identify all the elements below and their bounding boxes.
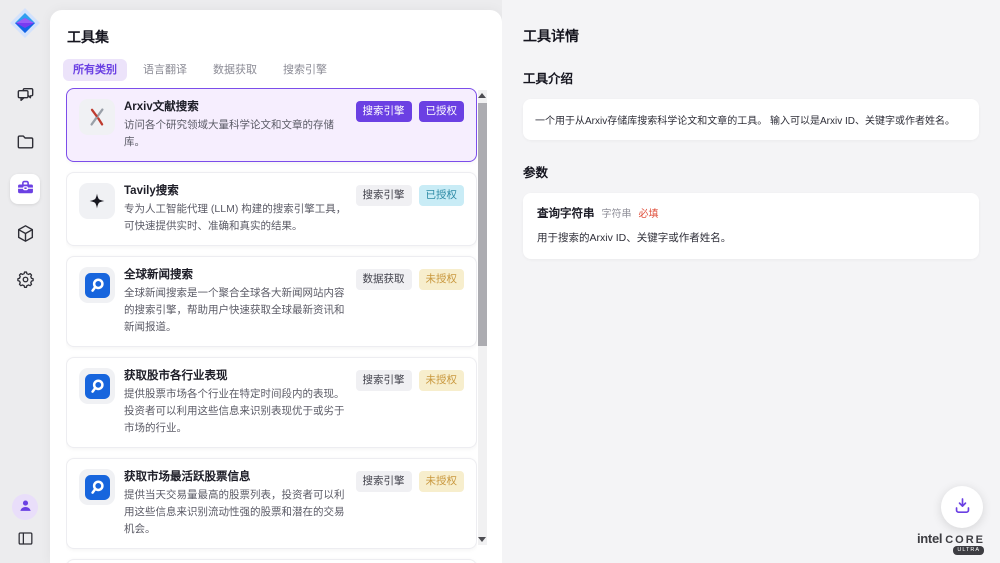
param-required-badge: 必填: [639, 205, 659, 220]
category-badge: 搜索引擎: [356, 185, 412, 206]
tool-description: 提供股票市场各个行业在特定时间段内的表现。投资者可以利用这些信息来识别表现优于或…: [124, 386, 350, 437]
intel-brand-text: intel: [917, 531, 942, 546]
scroll-down-button[interactable]: [478, 537, 486, 542]
tool-card-stock-sector-performance[interactable]: 获取股市各行业表现提供股票市场各个行业在特定时间段内的表现。投资者可以利用这些信…: [66, 357, 477, 448]
tool-description: 访问各个研究领域大量科学论文和文章的存储库。: [124, 117, 350, 151]
intro-text: 一个用于从Arxiv存储库搜索科学论文和文章的工具。 输入可以是Arxiv ID…: [535, 116, 955, 127]
user-avatar-icon: [17, 497, 34, 517]
tool-name: Tavily搜索: [124, 183, 350, 200]
download-icon: [952, 495, 973, 519]
intro-box: 一个用于从Arxiv存储库搜索科学论文和文章的工具。 输入可以是Arxiv ID…: [523, 99, 979, 140]
category-badge: 搜索引擎: [356, 370, 412, 391]
tool-card-tavily-search[interactable]: Tavily搜索专为人工智能代理 (LLM) 构建的搜索引擎工具，可快速提供实时…: [66, 172, 477, 246]
cube-icon: [15, 223, 36, 247]
nav-rail: [0, 0, 50, 563]
nav-tools-button[interactable]: [10, 174, 40, 204]
blue-search-icon: [79, 368, 115, 404]
blue-search-icon: [79, 267, 115, 303]
tool-description: 全球新闻搜索是一个聚合全球各大新闻网站内容的搜索引擎，帮助用户快速获取全球最新资…: [124, 285, 350, 336]
auth-status-badge: 已授权: [419, 101, 465, 122]
intel-core-logo: intel core ultra: [917, 531, 985, 546]
tavily-star-icon: [79, 183, 115, 219]
tool-name: 全球新闻搜索: [124, 267, 350, 284]
nav-chat-button[interactable]: [10, 82, 40, 112]
tab-language-translation[interactable]: 语言翻译: [133, 59, 197, 81]
category-tabs: 所有类别语言翻译数据获取搜索引擎: [63, 59, 337, 81]
auth-status-badge: 未授权: [419, 471, 465, 492]
category-badge: 搜索引擎: [356, 471, 412, 492]
param-name: 查询字符串: [537, 205, 595, 221]
toolbox-icon: [15, 177, 36, 201]
auth-status-badge: 未授权: [419, 269, 465, 290]
blue-search-icon: [79, 469, 115, 505]
scroll-up-button[interactable]: [478, 93, 486, 98]
auth-status-badge: 已授权: [419, 185, 465, 206]
tab-search-engine[interactable]: 搜索引擎: [273, 59, 337, 81]
tool-description: 专为人工智能代理 (LLM) 构建的搜索引擎工具，可快速提供实时、准确和真实的结…: [124, 201, 350, 235]
app-logo: [9, 7, 41, 39]
tool-name: 获取市场最活跃股票信息: [124, 469, 350, 486]
tool-name: Arxiv文献搜索: [124, 99, 350, 116]
nav-files-button[interactable]: [10, 128, 40, 158]
tools-list: Arxiv文献搜索访问各个研究领域大量科学论文和文章的存储库。搜索引擎已授权Ta…: [66, 88, 477, 563]
collapse-panel-icon: [16, 529, 35, 551]
tab-all-categories[interactable]: 所有类别: [63, 59, 127, 81]
folder-icon: [15, 131, 36, 155]
param-type: 字符串: [602, 205, 632, 220]
tool-details-panel: 工具详情 工具介绍 一个用于从Arxiv存储库搜索科学论文和文章的工具。 输入可…: [502, 0, 1000, 563]
nav-settings-button[interactable]: [10, 266, 40, 296]
list-scrollbar[interactable]: [478, 90, 487, 545]
tools-panel-title: 工具集: [67, 27, 109, 47]
nav-models-button[interactable]: [10, 220, 40, 250]
param-box: 查询字符串 字符串 必填 用于搜索的Arxiv ID、关键字或作者姓名。: [523, 193, 979, 259]
category-badge: 搜索引擎: [356, 101, 412, 122]
param-description: 用于搜索的Arxiv ID、关键字或作者姓名。: [537, 230, 965, 245]
category-badge: 数据获取: [356, 269, 412, 290]
tool-card-global-news-search[interactable]: 全球新闻搜索全球新闻搜索是一个聚合全球各大新闻网站内容的搜索引擎，帮助用户快速获…: [66, 256, 477, 347]
scrollbar-thumb[interactable]: [478, 103, 487, 346]
tool-description: 提供当天交易量最高的股票列表，投资者可以利用这些信息来识别流动性强的股票和潜在的…: [124, 487, 350, 538]
tool-badges: 搜索引擎未授权: [356, 469, 465, 492]
gear-icon: [15, 269, 36, 293]
tools-panel: 工具集 所有类别语言翻译数据获取搜索引擎 Arxiv文献搜索访问各个研究领域大量…: [50, 10, 502, 563]
tool-card-arxiv-search[interactable]: Arxiv文献搜索访问各个研究领域大量科学论文和文章的存储库。搜索引擎已授权: [66, 88, 477, 162]
core-brand-text: core: [945, 534, 985, 546]
chat-icon: [15, 85, 36, 109]
arxiv-logo-icon: [79, 99, 115, 135]
intro-heading: 工具介绍: [523, 68, 979, 87]
param-head: 查询字符串 字符串 必填: [537, 205, 965, 221]
rail-nav: [0, 82, 50, 296]
tab-data-fetch[interactable]: 数据获取: [203, 59, 267, 81]
tool-badges: 搜索引擎已授权: [356, 183, 465, 206]
tool-card-most-active-stocks[interactable]: 获取市场最活跃股票信息提供当天交易量最高的股票列表，投资者可以利用这些信息来识别…: [66, 458, 477, 549]
params-heading: 参数: [523, 162, 979, 181]
download-button[interactable]: [941, 486, 983, 528]
tool-name: 获取股市各行业表现: [124, 368, 350, 385]
tool-badges: 搜索引擎已授权: [356, 99, 465, 122]
details-title: 工具详情: [523, 26, 979, 46]
rail-bottom: [0, 494, 50, 552]
collapse-sidebar-button[interactable]: [13, 528, 37, 552]
ultra-brand-badge: ultra: [953, 546, 984, 555]
tool-badges: 数据获取未授权: [356, 267, 465, 290]
auth-status-badge: 未授权: [419, 370, 465, 391]
tool-card-regional-news-query[interactable]: 万维地区新闻查询查询具体行政区划内的新闻，快速了解各地新闻动搜索引擎未授权: [66, 559, 477, 563]
user-avatar[interactable]: [12, 494, 38, 520]
tool-badges: 搜索引擎未授权: [356, 368, 465, 391]
